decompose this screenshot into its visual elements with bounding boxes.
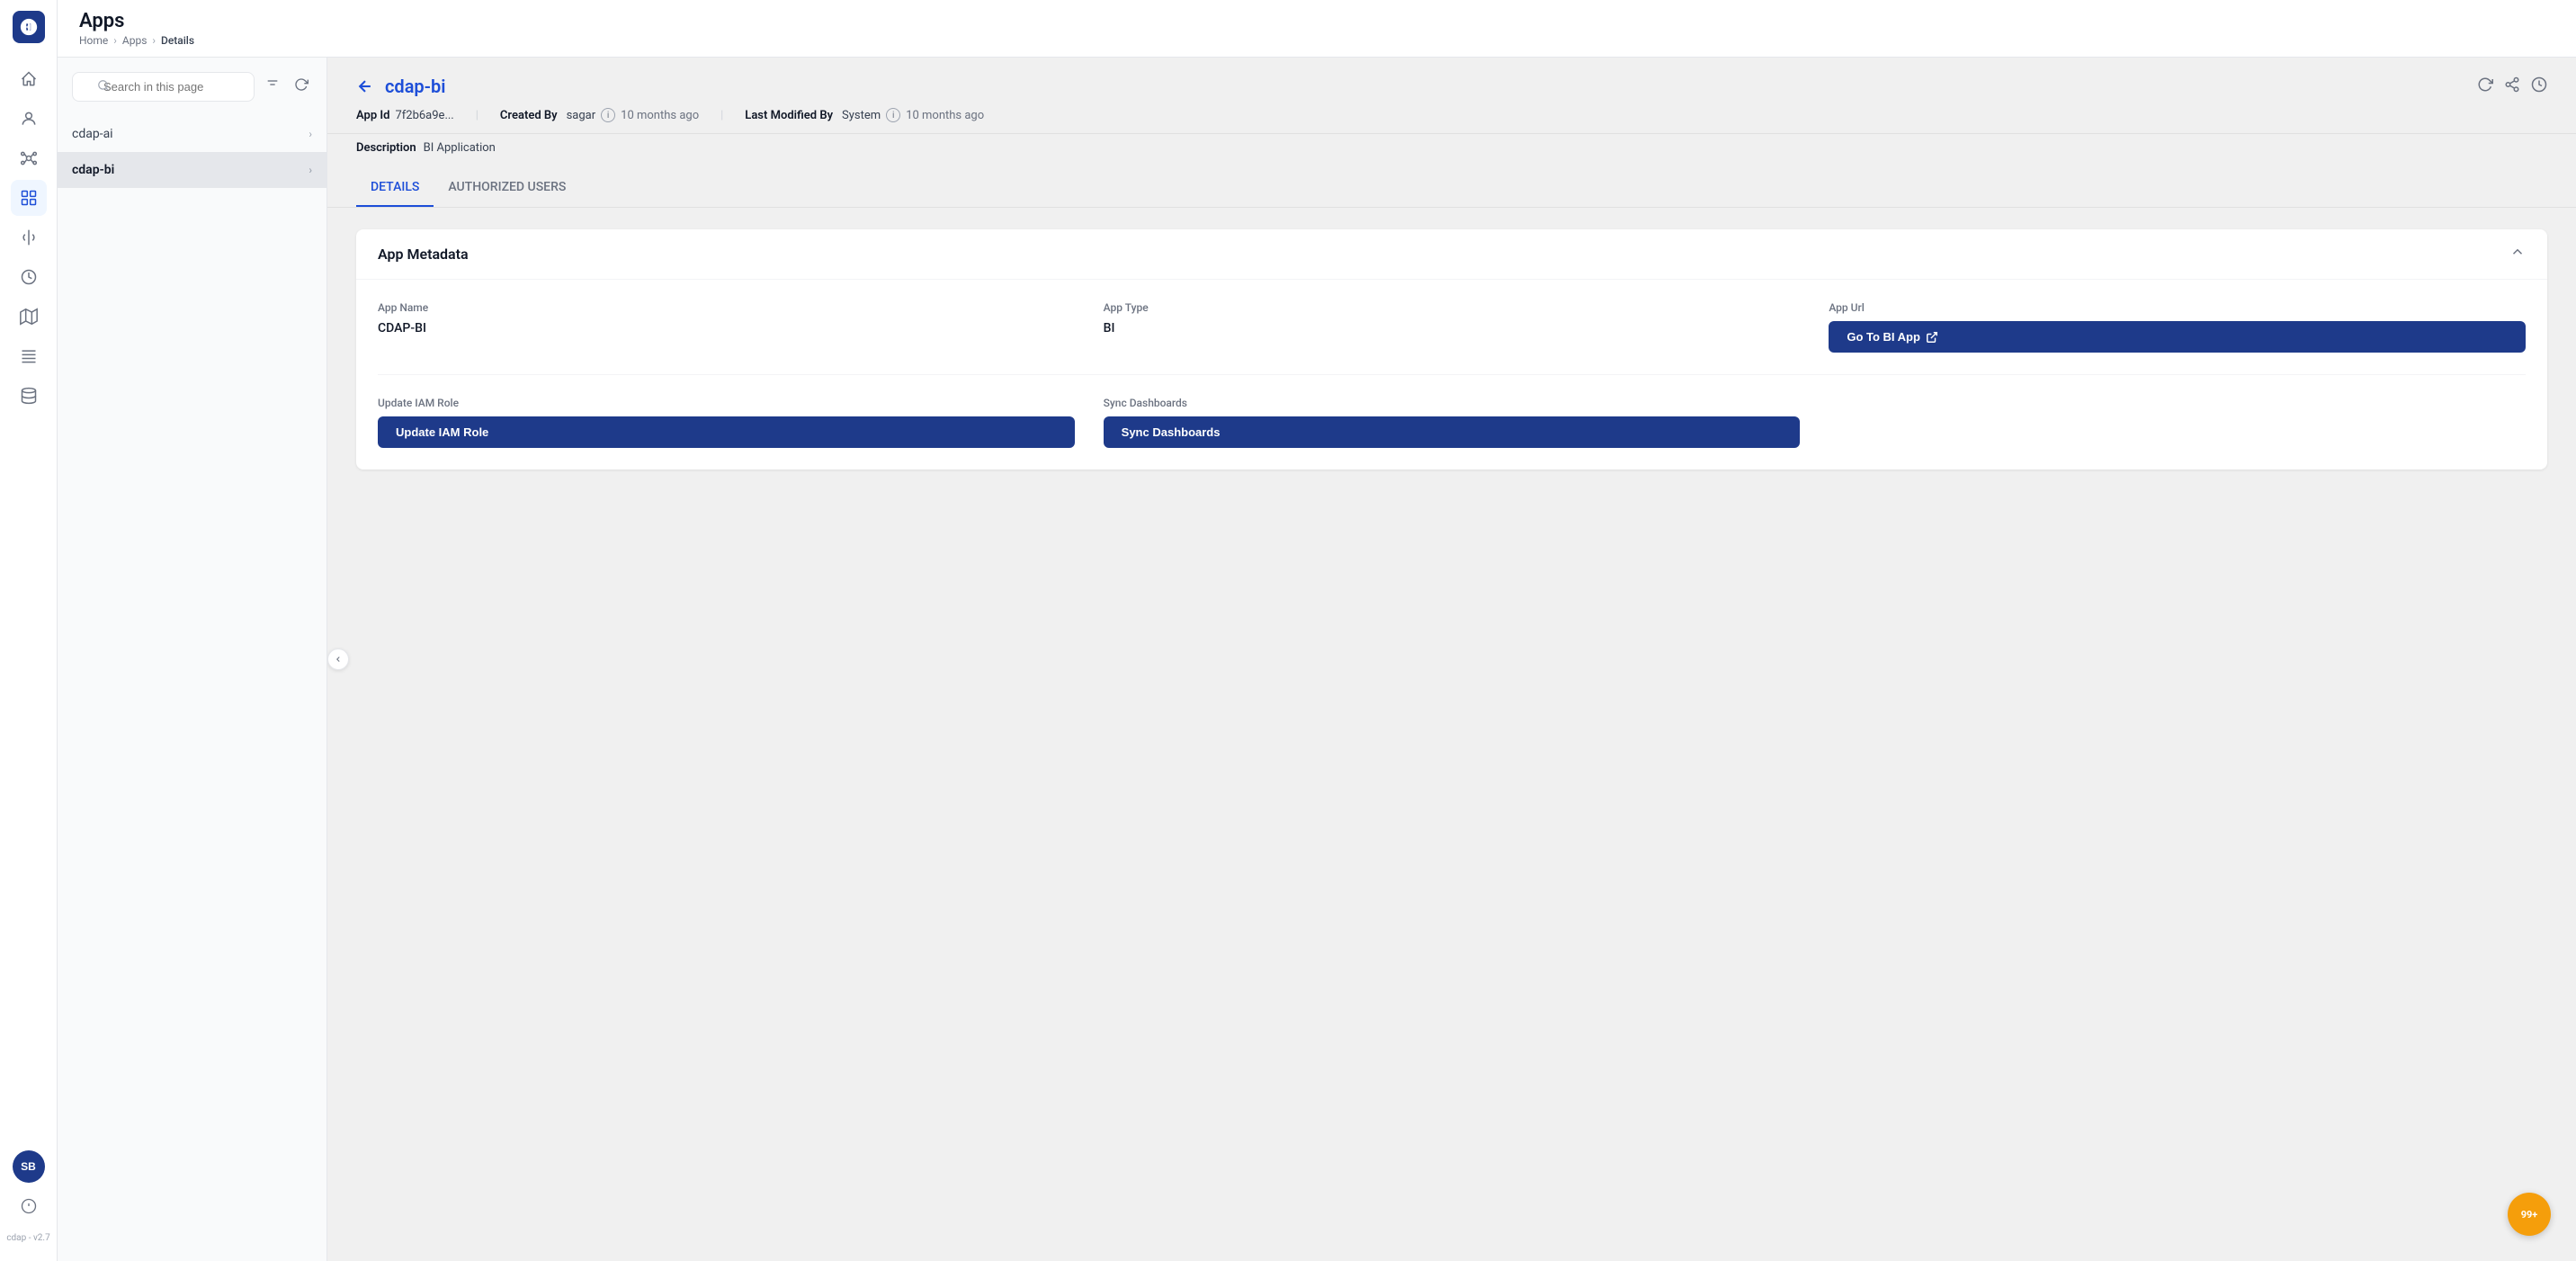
- app-name-label: App Name: [378, 301, 1075, 314]
- last-modified-label: Last Modified By: [745, 109, 833, 122]
- detail-header-actions: [2477, 76, 2547, 97]
- app-name-field: App Name CDAP-BI: [378, 301, 1075, 353]
- sidebar: cdap-ai › cdap-bi ›: [58, 58, 327, 1261]
- sidebar-item-cdap-ai-label: cdap-ai: [72, 127, 113, 141]
- detail-meta: App Id 7f2b6a9e... | Created By sagar i …: [327, 97, 2576, 134]
- app-url-field: App Url Go To BI App: [1829, 301, 2526, 353]
- sync-dashboards-btn-label: Sync Dashboards: [1122, 425, 1221, 439]
- icon-rail: SB cdap - v2.7: [0, 0, 58, 1261]
- breadcrumb-sep-1: ›: [113, 34, 117, 47]
- last-modified-value: System: [842, 109, 881, 122]
- sidebar-collapse-btn[interactable]: [327, 648, 349, 670]
- card-header: App Metadata: [356, 229, 2547, 280]
- update-iam-role-button[interactable]: Update IAM Role: [378, 416, 1075, 448]
- breadcrumb-sep-2: ›: [152, 34, 156, 47]
- detail-description-row: Description BI Application: [327, 134, 2576, 169]
- breadcrumb-apps[interactable]: Apps: [122, 34, 148, 47]
- history-button[interactable]: [2531, 76, 2547, 97]
- meta-separator-1: |: [476, 109, 479, 122]
- app-id-value: 7f2b6a9e...: [395, 109, 453, 122]
- created-by-label: Created By: [500, 109, 558, 122]
- app-id-label: App Id: [356, 109, 389, 122]
- share-button[interactable]: [2504, 76, 2520, 97]
- app-logo: [13, 11, 45, 43]
- tab-authorized-users[interactable]: AUTHORIZED USERS: [434, 169, 580, 207]
- breadcrumb: Home › Apps › Details: [79, 34, 194, 47]
- last-modified-ago: 10 months ago: [906, 109, 984, 122]
- nav-icons: [11, 61, 47, 1150]
- meta-separator-2: |: [720, 109, 723, 122]
- app-metadata-card: App Metadata App Name CDAP-BI App Type B…: [356, 229, 2547, 470]
- created-by-info-icon: i: [601, 108, 615, 122]
- nav-apps[interactable]: [11, 180, 47, 216]
- nav-pipelines[interactable]: [11, 140, 47, 176]
- created-by-value: sagar: [567, 109, 596, 122]
- sidebar-search-area: [58, 58, 326, 116]
- nav-users[interactable]: [11, 101, 47, 137]
- breadcrumb-home[interactable]: Home: [79, 34, 108, 47]
- created-ago: 10 months ago: [621, 109, 699, 122]
- go-to-bi-app-label: Go To BI App: [1847, 330, 1920, 344]
- nav-alerts[interactable]: [11, 338, 47, 374]
- description-label: Description: [356, 141, 416, 155]
- app-name-value: CDAP-BI: [378, 321, 1075, 335]
- card-body: App Name CDAP-BI App Type BI App Url Go …: [356, 280, 2547, 470]
- tabs-bar: DETAILS AUTHORIZED USERS: [327, 169, 2576, 208]
- app-type-value: BI: [1104, 321, 1801, 335]
- nav-home[interactable]: [11, 61, 47, 97]
- sidebar-item-cdap-bi[interactable]: cdap-bi ›: [58, 152, 326, 188]
- detail-header: cdap-bi: [327, 58, 2576, 97]
- nav-maps[interactable]: [11, 299, 47, 335]
- nav-info[interactable]: [11, 1188, 47, 1224]
- nav-connections[interactable]: [11, 219, 47, 255]
- refresh-sidebar-button[interactable]: [291, 74, 312, 100]
- action-fields: Update IAM Role Update IAM Role Sync Das…: [378, 374, 2526, 448]
- card-fields: App Name CDAP-BI App Type BI App Url Go …: [378, 301, 2526, 353]
- detail-panel: cdap-bi App Id 7f2b6a9e.: [327, 58, 2576, 1261]
- go-to-bi-app-button[interactable]: Go To BI App: [1829, 321, 2526, 353]
- search-icon: [97, 79, 110, 95]
- detail-title: cdap-bi: [385, 76, 445, 97]
- sidebar-item-cdap-bi-label: cdap-bi: [72, 163, 114, 177]
- last-modified-info-icon: i: [886, 108, 900, 122]
- sync-dashboards-label: Sync Dashboards: [1104, 397, 1801, 409]
- collapse-button[interactable]: [2509, 244, 2526, 264]
- created-by-meta: Created By sagar i 10 months ago: [500, 108, 699, 122]
- sidebar-item-cdap-ai[interactable]: cdap-ai ›: [58, 116, 326, 152]
- page-title: Apps: [79, 10, 194, 32]
- app-id-meta: App Id 7f2b6a9e...: [356, 109, 454, 122]
- version-label: cdap - v2.7: [6, 1233, 49, 1243]
- content-area: cdap-ai › cdap-bi › cdap-bi: [58, 58, 2576, 1261]
- notification-count: 99+: [2521, 1209, 2538, 1221]
- last-modified-meta: Last Modified By System i 10 months ago: [745, 108, 984, 122]
- app-type-label: App Type: [1104, 301, 1801, 314]
- tab-details[interactable]: DETAILS: [356, 169, 434, 207]
- header-title-area: Apps Home › Apps › Details: [79, 10, 194, 47]
- sync-dashboards-group: Sync Dashboards Sync Dashboards: [1104, 397, 1801, 448]
- nav-history[interactable]: [11, 259, 47, 295]
- filter-button[interactable]: [262, 74, 283, 100]
- breadcrumb-current: Details: [161, 34, 194, 47]
- app-url-label: App Url: [1829, 301, 2526, 314]
- sync-dashboards-button[interactable]: Sync Dashboards: [1104, 416, 1801, 448]
- description-value: BI Application: [424, 141, 496, 155]
- user-avatar[interactable]: SB: [13, 1150, 45, 1183]
- chevron-right-icon: ›: [309, 128, 312, 140]
- update-iam-role-label: Update IAM Role: [378, 397, 1075, 409]
- nav-storage[interactable]: [11, 378, 47, 414]
- refresh-button[interactable]: [2477, 76, 2493, 97]
- chevron-right-active-icon: ›: [309, 164, 312, 176]
- card-title: App Metadata: [378, 246, 469, 263]
- notification-badge[interactable]: 99+: [2508, 1193, 2551, 1236]
- bottom-icons: SB cdap - v2.7: [6, 1150, 49, 1250]
- back-button[interactable]: [356, 77, 374, 95]
- top-header: Apps Home › Apps › Details: [58, 0, 2576, 58]
- update-iam-role-btn-label: Update IAM Role: [396, 425, 488, 439]
- update-iam-role-group: Update IAM Role Update IAM Role: [378, 397, 1075, 448]
- app-type-field: App Type BI: [1104, 301, 1801, 353]
